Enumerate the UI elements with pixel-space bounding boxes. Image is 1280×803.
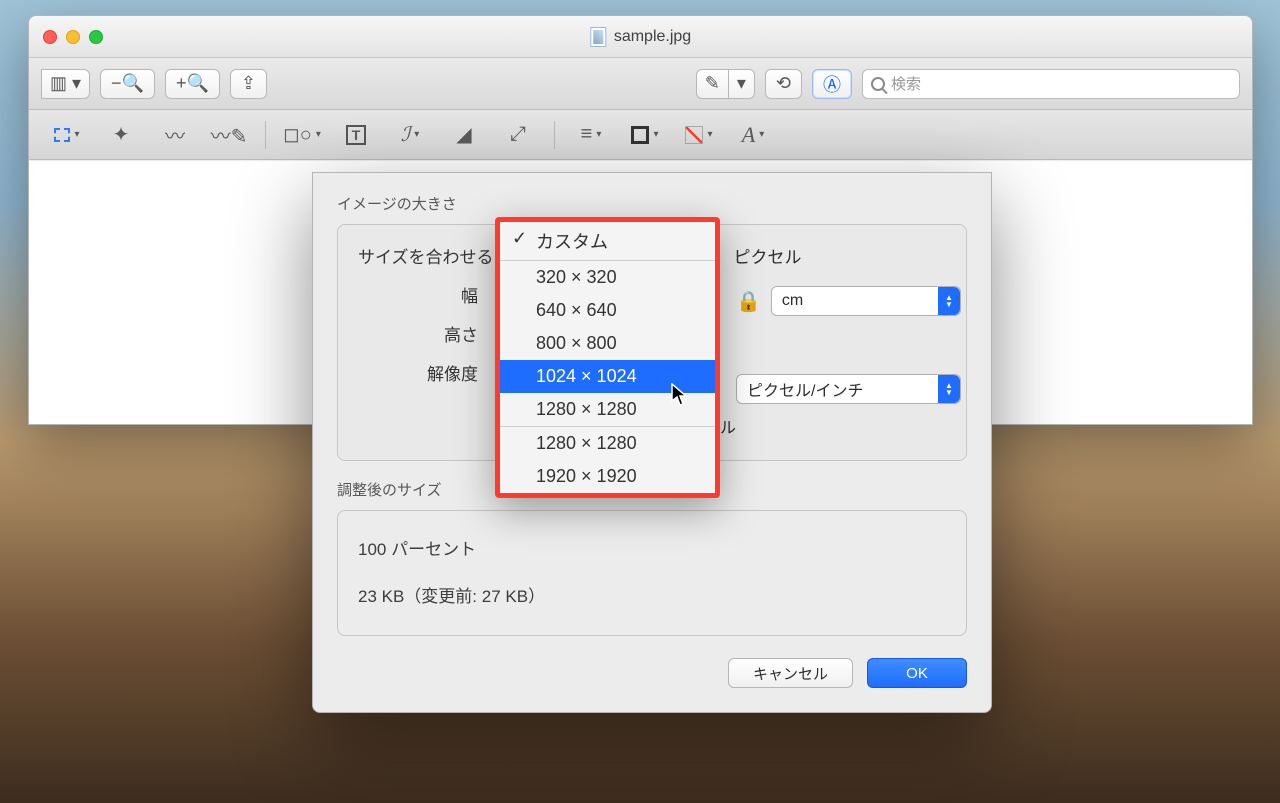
dialog-buttons: キャンセル OK bbox=[337, 658, 967, 688]
preset-option[interactable]: 800 × 800 bbox=[500, 327, 715, 360]
zoom-in-button[interactable]: +🔍 bbox=[165, 69, 220, 99]
line-style[interactable]: ≡▾ bbox=[569, 119, 613, 151]
resolution-label: 解像度 bbox=[358, 360, 478, 385]
search-placeholder: 検索 bbox=[891, 73, 921, 94]
fill-color[interactable]: ▾ bbox=[677, 119, 721, 151]
window-title: sample.jpg bbox=[590, 27, 691, 47]
text-tool[interactable]: T bbox=[334, 119, 378, 151]
search-input[interactable]: 検索 bbox=[862, 69, 1240, 99]
markup-pen-button[interactable]: ✎ bbox=[696, 69, 729, 99]
selection-rect-icon bbox=[54, 128, 70, 142]
zoom-in-icon: +🔍 bbox=[176, 73, 209, 94]
shapes-tool[interactable]: ◻︎○▾ bbox=[280, 119, 324, 151]
preset-option[interactable]: 1920 × 1920 bbox=[500, 460, 715, 493]
adjust-color-tool[interactable]: ◢ bbox=[442, 119, 486, 151]
draw-tool[interactable]: 〰︎ bbox=[153, 119, 197, 151]
close-window-button[interactable] bbox=[43, 30, 57, 44]
shapes-icon: ◻︎○ bbox=[283, 122, 312, 147]
unit-value: cm bbox=[782, 292, 803, 310]
wand-icon: ✦ bbox=[113, 122, 130, 147]
markup-toolbar-toggle[interactable]: Ⓐ bbox=[812, 69, 852, 99]
toolbar-divider bbox=[265, 121, 266, 149]
preset-option[interactable]: 640 × 640 bbox=[500, 294, 715, 327]
fit-unit: ピクセル bbox=[734, 243, 802, 268]
markup-segment: ✎ ▾ bbox=[696, 69, 755, 99]
size-preset-dropdown: カスタム320 × 320640 × 640800 × 8001024 × 10… bbox=[495, 217, 720, 498]
select-arrows-icon-2: ▲▼ bbox=[938, 375, 960, 403]
selection-tool[interactable]: ▾ bbox=[45, 119, 89, 151]
width-label: 幅 bbox=[358, 282, 478, 307]
ok-button[interactable]: OK bbox=[867, 658, 967, 688]
sketch-tool[interactable]: 〰︎✎ bbox=[207, 119, 251, 151]
result-size: 23 KB（変更前: 27 KB） bbox=[358, 582, 946, 607]
unit-select[interactable]: cm ▲▼ bbox=[771, 286, 961, 316]
font-style[interactable]: A▾ bbox=[731, 119, 775, 151]
share-button[interactable]: ⇪ bbox=[230, 69, 267, 99]
preset-option[interactable]: 320 × 320 bbox=[500, 261, 715, 294]
instant-alpha-tool[interactable]: ✦ bbox=[99, 119, 143, 151]
select-arrows-icon: ▲▼ bbox=[938, 287, 960, 315]
lock-icon[interactable]: 🔒 bbox=[736, 289, 761, 314]
traffic-lights bbox=[43, 30, 103, 44]
markup-toolbar: ▾ ✦ 〰︎ 〰︎✎ ◻︎○▾ T ℐ▾ ◢ ⤢ ≡▾ ▾ ▾ A▾ bbox=[29, 110, 1252, 160]
resample-fragment: ル bbox=[720, 420, 736, 437]
signature-icon: ℐ bbox=[401, 122, 410, 147]
result-panel: 100 パーセント 23 KB（変更前: 27 KB） bbox=[337, 510, 967, 636]
zoom-window-button[interactable] bbox=[89, 30, 103, 44]
sketch-icon: 〰︎✎ bbox=[211, 120, 248, 149]
res-unit-value: ピクセル/インチ bbox=[747, 377, 863, 401]
search-icon bbox=[871, 77, 885, 91]
text-icon: T bbox=[346, 125, 367, 145]
resize-icon: ⤢ bbox=[510, 123, 526, 146]
zoom-out-icon: −🔍 bbox=[111, 73, 144, 94]
preset-option[interactable]: カスタム bbox=[500, 222, 715, 260]
zoom-out-button[interactable]: −🔍 bbox=[100, 69, 155, 99]
prism-icon: ◢ bbox=[456, 122, 471, 147]
markup-dropdown-button[interactable]: ▾ bbox=[729, 69, 755, 99]
adjust-size-tool[interactable]: ⤢ bbox=[496, 119, 540, 151]
toolbar-divider-2 bbox=[554, 121, 555, 149]
border-color[interactable]: ▾ bbox=[623, 119, 667, 151]
res-unit-select[interactable]: ピクセル/インチ ▲▼ bbox=[736, 374, 961, 404]
height-label: 高さ bbox=[358, 321, 478, 346]
dialog-title: イメージの大きさ bbox=[337, 193, 967, 214]
document-icon bbox=[590, 27, 606, 47]
cancel-button[interactable]: キャンセル bbox=[728, 658, 853, 688]
window-title-text: sample.jpg bbox=[614, 28, 691, 46]
share-icon: ⇪ bbox=[241, 73, 256, 94]
titlebar: sample.jpg bbox=[29, 16, 1252, 58]
sidebar-toggle[interactable]: ▥ ▾ bbox=[41, 69, 90, 99]
border-icon bbox=[631, 126, 649, 144]
font-icon: A bbox=[742, 122, 755, 148]
toolbar-main: ▥ ▾ −🔍 +🔍 ⇪ ✎ ▾ ⟲ Ⓐ 検索 bbox=[29, 58, 1252, 110]
result-percent: 100 パーセント bbox=[358, 535, 946, 560]
rotate-button[interactable]: ⟲ bbox=[765, 69, 802, 99]
fit-label: サイズを合わせる bbox=[358, 243, 494, 268]
lines-icon: ≡ bbox=[581, 123, 593, 146]
pencil-icon: 〰︎ bbox=[165, 120, 185, 149]
fill-icon bbox=[685, 126, 703, 144]
minimize-window-button[interactable] bbox=[66, 30, 80, 44]
mouse-cursor-icon bbox=[671, 383, 689, 407]
sign-tool[interactable]: ℐ▾ bbox=[388, 119, 432, 151]
preset-option[interactable]: 1280 × 1280 bbox=[500, 427, 715, 460]
